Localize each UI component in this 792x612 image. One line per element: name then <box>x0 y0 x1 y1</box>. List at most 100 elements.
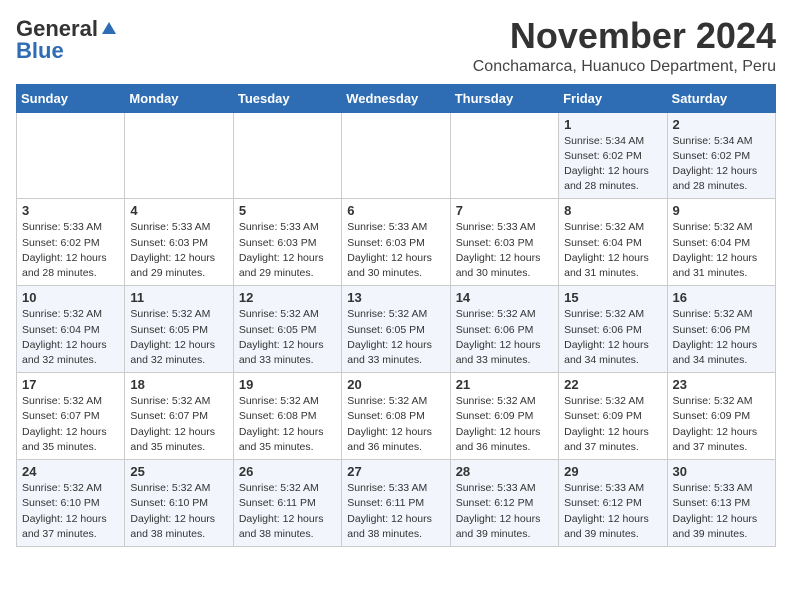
day-number: 17 <box>22 377 119 392</box>
calendar-cell: 11 Sunrise: 5:32 AM Sunset: 6:05 PM Dayli… <box>125 286 233 373</box>
day-number: 22 <box>564 377 661 392</box>
calendar-cell: 20Sunrise: 5:32 AM Sunset: 6:08 PM Dayli… <box>342 373 450 460</box>
calendar-cell: 29 Sunrise: 5:33 AM Sunset: 6:12 PM Dayli… <box>559 460 667 547</box>
day-info: Sunrise: 5:33 AM Sunset: 6:12 PM Dayligh… <box>564 481 661 542</box>
day-info: Sunrise: 5:32 AM Sunset: 6:10 PM Dayligh… <box>22 481 119 542</box>
day-number: 24 <box>22 464 119 479</box>
calendar-cell: 5Sunrise: 5:33 AM Sunset: 6:03 PM Daylig… <box>233 199 341 286</box>
day-number: 1 <box>564 117 661 132</box>
day-info: Sunrise: 5:32 AM Sunset: 6:05 PM Dayligh… <box>347 307 444 368</box>
day-info: Sunrise: 5:32 AM Sunset: 6:09 PM Dayligh… <box>456 394 553 455</box>
day-info: Sunrise: 5:33 AM Sunset: 6:03 PM Dayligh… <box>456 220 553 281</box>
day-info: Sunrise: 5:33 AM Sunset: 6:12 PM Dayligh… <box>456 481 553 542</box>
calendar-cell: 17Sunrise: 5:32 AM Sunset: 6:07 PM Dayli… <box>17 373 125 460</box>
weekday-header-tuesday: Tuesday <box>233 84 341 112</box>
day-info: Sunrise: 5:32 AM Sunset: 6:07 PM Dayligh… <box>130 394 227 455</box>
day-info: Sunrise: 5:32 AM Sunset: 6:06 PM Dayligh… <box>673 307 770 368</box>
weekday-header-sunday: Sunday <box>17 84 125 112</box>
day-number: 23 <box>673 377 770 392</box>
calendar-cell: 1 Sunrise: 5:34 AM Sunset: 6:02 PM Daylig… <box>559 112 667 199</box>
day-number: 28 <box>456 464 553 479</box>
calendar-cell: 24 Sunrise: 5:32 AM Sunset: 6:10 PM Dayli… <box>17 460 125 547</box>
logo-icon <box>100 20 118 38</box>
day-number: 27 <box>347 464 444 479</box>
calendar-cell: 7 Sunrise: 5:33 AM Sunset: 6:03 PM Daylig… <box>450 199 558 286</box>
calendar-cell: 3 Sunrise: 5:33 AM Sunset: 6:02 PM Daylig… <box>17 199 125 286</box>
calendar-cell <box>125 112 233 199</box>
week-row-1: 1 Sunrise: 5:34 AM Sunset: 6:02 PM Daylig… <box>17 112 776 199</box>
day-number: 15 <box>564 290 661 305</box>
calendar-cell: 30 Sunrise: 5:33 AM Sunset: 6:13 PM Dayli… <box>667 460 775 547</box>
calendar-cell: 8Sunrise: 5:32 AM Sunset: 6:04 PM Daylig… <box>559 199 667 286</box>
month-title: November 2024 <box>473 16 776 56</box>
day-info: Sunrise: 5:33 AM Sunset: 6:03 PM Dayligh… <box>347 220 444 281</box>
calendar-cell: 18 Sunrise: 5:32 AM Sunset: 6:07 PM Dayli… <box>125 373 233 460</box>
calendar-cell: 13 Sunrise: 5:32 AM Sunset: 6:05 PM Dayli… <box>342 286 450 373</box>
day-number: 12 <box>239 290 336 305</box>
day-number: 26 <box>239 464 336 479</box>
calendar-cell: 2 Sunrise: 5:34 AM Sunset: 6:02 PM Daylig… <box>667 112 775 199</box>
calendar-cell: 19Sunrise: 5:32 AM Sunset: 6:08 PM Dayli… <box>233 373 341 460</box>
calendar-cell: 9 Sunrise: 5:32 AM Sunset: 6:04 PM Daylig… <box>667 199 775 286</box>
weekday-header-saturday: Saturday <box>667 84 775 112</box>
day-info: Sunrise: 5:32 AM Sunset: 6:09 PM Dayligh… <box>564 394 661 455</box>
day-info: Sunrise: 5:32 AM Sunset: 6:10 PM Dayligh… <box>130 481 227 542</box>
day-number: 21 <box>456 377 553 392</box>
title-block: November 2024 Conchamarca, Huanuco Depar… <box>473 16 776 76</box>
day-number: 18 <box>130 377 227 392</box>
calendar-cell: 6 Sunrise: 5:33 AM Sunset: 6:03 PM Daylig… <box>342 199 450 286</box>
day-info: Sunrise: 5:32 AM Sunset: 6:04 PM Dayligh… <box>22 307 119 368</box>
day-info: Sunrise: 5:32 AM Sunset: 6:11 PM Dayligh… <box>239 481 336 542</box>
day-info: Sunrise: 5:33 AM Sunset: 6:11 PM Dayligh… <box>347 481 444 542</box>
day-info: Sunrise: 5:33 AM Sunset: 6:02 PM Dayligh… <box>22 220 119 281</box>
week-row-2: 3 Sunrise: 5:33 AM Sunset: 6:02 PM Daylig… <box>17 199 776 286</box>
weekday-header-row: SundayMondayTuesdayWednesdayThursdayFrid… <box>17 84 776 112</box>
day-number: 25 <box>130 464 227 479</box>
day-info: Sunrise: 5:34 AM Sunset: 6:02 PM Dayligh… <box>673 134 770 195</box>
day-number: 13 <box>347 290 444 305</box>
day-number: 3 <box>22 203 119 218</box>
day-number: 19 <box>239 377 336 392</box>
day-info: Sunrise: 5:34 AM Sunset: 6:02 PM Dayligh… <box>564 134 661 195</box>
calendar-cell: 14Sunrise: 5:32 AM Sunset: 6:06 PM Dayli… <box>450 286 558 373</box>
logo: General Blue <box>16 16 118 64</box>
calendar-cell: 15 Sunrise: 5:32 AM Sunset: 6:06 PM Dayli… <box>559 286 667 373</box>
day-number: 10 <box>22 290 119 305</box>
day-info: Sunrise: 5:32 AM Sunset: 6:09 PM Dayligh… <box>673 394 770 455</box>
calendar-cell: 12 Sunrise: 5:32 AM Sunset: 6:05 PM Dayli… <box>233 286 341 373</box>
week-row-4: 17 Sunrise: 5:32 AM Sunset: 6:07 PM Dayli… <box>17 373 776 460</box>
location: Conchamarca, Huanuco Department, Peru <box>473 58 776 76</box>
day-number: 30 <box>673 464 770 479</box>
weekday-header-friday: Friday <box>559 84 667 112</box>
day-info: Sunrise: 5:33 AM Sunset: 6:13 PM Dayligh… <box>673 481 770 542</box>
day-info: Sunrise: 5:32 AM Sunset: 6:05 PM Dayligh… <box>239 307 336 368</box>
page-header: General Blue November 2024 Conchamarca, … <box>16 16 776 76</box>
day-info: Sunrise: 5:32 AM Sunset: 6:04 PM Dayligh… <box>564 220 661 281</box>
day-info: Sunrise: 5:32 AM Sunset: 6:06 PM Dayligh… <box>564 307 661 368</box>
weekday-header-thursday: Thursday <box>450 84 558 112</box>
weekday-header-wednesday: Wednesday <box>342 84 450 112</box>
calendar-cell: 10 Sunrise: 5:32 AM Sunset: 6:04 PM Dayli… <box>17 286 125 373</box>
week-row-3: 10 Sunrise: 5:32 AM Sunset: 6:04 PM Dayli… <box>17 286 776 373</box>
calendar-table: SundayMondayTuesdayWednesdayThursdayFrid… <box>16 84 776 547</box>
day-number: 2 <box>673 117 770 132</box>
day-number: 6 <box>347 203 444 218</box>
day-number: 7 <box>456 203 553 218</box>
calendar-cell <box>342 112 450 199</box>
day-number: 29 <box>564 464 661 479</box>
calendar-cell <box>233 112 341 199</box>
day-info: Sunrise: 5:33 AM Sunset: 6:03 PM Dayligh… <box>130 220 227 281</box>
day-info: Sunrise: 5:32 AM Sunset: 6:04 PM Dayligh… <box>673 220 770 281</box>
calendar-cell: 28 Sunrise: 5:33 AM Sunset: 6:12 PM Dayli… <box>450 460 558 547</box>
day-info: Sunrise: 5:32 AM Sunset: 6:06 PM Dayligh… <box>456 307 553 368</box>
logo-blue: Blue <box>16 38 64 64</box>
day-number: 11 <box>130 290 227 305</box>
day-number: 5 <box>239 203 336 218</box>
calendar-cell: 21 Sunrise: 5:32 AM Sunset: 6:09 PM Dayli… <box>450 373 558 460</box>
weekday-header-monday: Monday <box>125 84 233 112</box>
week-row-5: 24 Sunrise: 5:32 AM Sunset: 6:10 PM Dayli… <box>17 460 776 547</box>
day-info: Sunrise: 5:32 AM Sunset: 6:05 PM Dayligh… <box>130 307 227 368</box>
day-number: 9 <box>673 203 770 218</box>
day-number: 16 <box>673 290 770 305</box>
calendar-cell: 16 Sunrise: 5:32 AM Sunset: 6:06 PM Dayli… <box>667 286 775 373</box>
